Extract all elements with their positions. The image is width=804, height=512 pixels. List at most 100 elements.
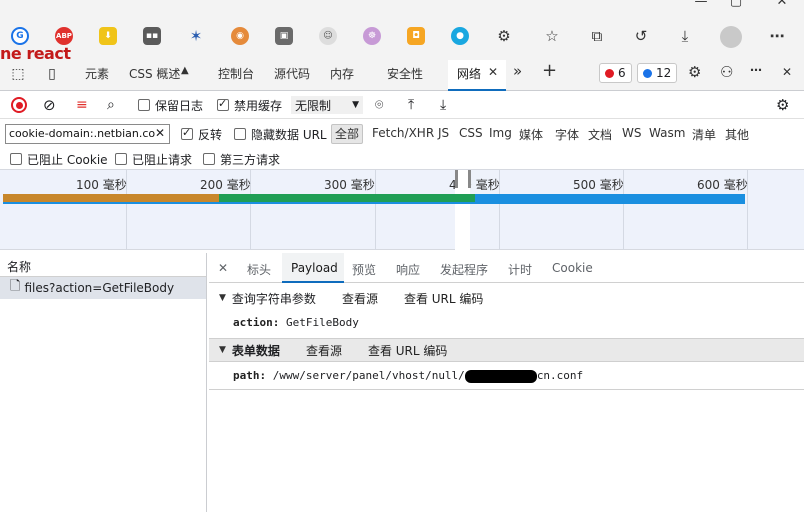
- tab-memory[interactable]: 内存: [330, 65, 354, 82]
- devtools-more-icon[interactable]: ⋯: [750, 63, 762, 77]
- filter-type-fetch-xhr[interactable]: Fetch/XHR: [372, 126, 434, 140]
- maximize-icon[interactable]: ▢: [721, 0, 751, 8]
- blue-circle-extension-icon[interactable]: ●: [451, 27, 469, 45]
- preserve-log-label: 保留日志: [155, 98, 204, 113]
- tab-network[interactable]: 网络: [457, 65, 481, 82]
- filter-type-wasm[interactable]: Wasm: [649, 126, 685, 140]
- selection-handle-left[interactable]: [455, 170, 458, 188]
- device-toggle-icon[interactable]: ▯: [42, 64, 62, 84]
- filter-input[interactable]: cookie-domain:.netbian.co: [5, 124, 170, 144]
- collections-icon[interactable]: ⧉: [587, 26, 607, 46]
- tab-security[interactable]: 安全性: [387, 65, 423, 82]
- tab-css-overview[interactable]: CSS 概述: [129, 65, 180, 82]
- view-source-link[interactable]: 查看源: [342, 290, 378, 307]
- network-conditions-icon[interactable]: ⌾: [375, 96, 383, 114]
- invert-checkbox[interactable]: 反转: [181, 125, 222, 143]
- chrome-extension-icon[interactable]: G: [11, 27, 29, 45]
- filter-type-js[interactable]: JS: [438, 126, 449, 140]
- filter-type-other[interactable]: 其他: [725, 126, 749, 143]
- connected-devices-icon[interactable]: ⚇: [720, 63, 733, 81]
- table-row[interactable]: 🗋 files?action=GetFileBody: [0, 277, 206, 299]
- column-header-name[interactable]: 名称: [0, 253, 206, 277]
- minimize-icon[interactable]: —: [686, 0, 716, 8]
- tab-response[interactable]: 响应: [396, 261, 420, 278]
- error-icon: [605, 68, 614, 78]
- filter-bar: cookie-domain:.netbian.co ✕ 反转 隐藏数据 URL …: [0, 120, 804, 148]
- message-count-badge[interactable]: 12: [637, 63, 678, 83]
- profile-avatar[interactable]: [720, 26, 742, 48]
- filter-icon[interactable]: ≡: [76, 96, 88, 114]
- file-icon: 🗋: [10, 279, 21, 294]
- export-har-icon[interactable]: ⤓: [440, 96, 446, 114]
- adblock-plus-icon[interactable]: ABP: [55, 27, 73, 45]
- search-icon[interactable]: ⌕: [107, 96, 115, 114]
- redaction-mark: [464, 369, 537, 383]
- invert-label: 反转: [198, 127, 223, 142]
- orange-extension-icon[interactable]: ◘: [407, 27, 425, 45]
- param-key: action:: [233, 316, 280, 329]
- disable-cache-checkbox[interactable]: 禁用缓存: [217, 96, 282, 114]
- filter-type-ws[interactable]: WS: [622, 126, 641, 140]
- filter-type-css[interactable]: CSS: [459, 126, 483, 140]
- network-settings-icon[interactable]: ⚙: [776, 96, 789, 114]
- collapse-triangle-icon: ▼: [219, 293, 226, 303]
- filter-type-media[interactable]: 媒体: [519, 126, 543, 143]
- filter-type-img[interactable]: Img: [489, 126, 512, 140]
- more-menu-icon[interactable]: ⋯: [767, 26, 787, 46]
- clear-filter-icon[interactable]: ✕: [155, 126, 165, 140]
- throttle-select[interactable]: 无限制 ▼: [291, 96, 363, 114]
- tab-initiator[interactable]: 发起程序: [440, 261, 488, 278]
- blocked-requests-checkbox[interactable]: 已阻止请求: [115, 150, 192, 168]
- preserve-log-checkbox[interactable]: 保留日志: [138, 96, 203, 114]
- network-overview-timeline[interactable]: 100 毫秒 200 毫秒 300 毫秒 400 毫秒 500 毫秒 600 毫…: [0, 169, 804, 250]
- cat-extension-icon[interactable]: ☺: [319, 27, 337, 45]
- disable-cache-box: [217, 97, 229, 111]
- record-button[interactable]: [11, 96, 27, 114]
- fox-extension-icon[interactable]: ◉: [231, 27, 249, 45]
- clear-icon[interactable]: ⊘: [43, 96, 56, 114]
- settings-gear-icon[interactable]: ⚙: [688, 63, 701, 81]
- form-data-header[interactable]: ▼ 表单数据 查看源 查看 URL 编码: [209, 338, 804, 362]
- tab-timing[interactable]: 计时: [508, 261, 532, 278]
- gamepad-extension-icon[interactable]: ▪▪: [143, 27, 161, 45]
- history-icon[interactable]: ↺: [631, 26, 651, 46]
- grid-line: [375, 170, 376, 250]
- tab-headers[interactable]: 标头: [247, 261, 271, 278]
- hide-data-url-checkbox[interactable]: 隐藏数据 URL: [234, 125, 327, 143]
- tab-payload[interactable]: Payload: [291, 261, 338, 275]
- extensions-puzzle-icon[interactable]: ⚙: [494, 26, 514, 46]
- request-name: files?action=GetFileBody: [24, 281, 175, 295]
- selection-handle-right[interactable]: [468, 170, 471, 188]
- query-params-header[interactable]: ▼ 查询字符串参数 查看源 查看 URL 编码: [209, 286, 804, 310]
- view-url-encoded-link[interactable]: 查看 URL 编码: [404, 290, 483, 307]
- bird-extension-icon[interactable]: ✶: [187, 27, 205, 45]
- downloads-icon[interactable]: ⤓: [675, 26, 695, 46]
- error-count-badge[interactable]: 6: [599, 63, 632, 83]
- filter-type-doc[interactable]: 文档: [588, 126, 612, 143]
- filter-type-manifest[interactable]: 清单: [692, 126, 716, 143]
- close-window-icon[interactable]: ✕: [767, 0, 797, 8]
- window-extension-icon[interactable]: ▣: [275, 27, 293, 45]
- more-tabs-icon[interactable]: »: [513, 62, 522, 80]
- tab-preview[interactable]: 预览: [352, 261, 376, 278]
- tab-elements[interactable]: 元素: [85, 65, 109, 82]
- octopus-extension-icon[interactable]: ☸: [363, 27, 381, 45]
- close-tab-icon[interactable]: ✕: [488, 65, 498, 79]
- blocked-cookies-checkbox[interactable]: 已阻止 Cookie: [10, 150, 108, 168]
- tab-cookies[interactable]: Cookie: [552, 261, 593, 275]
- import-har-icon[interactable]: ⤒: [408, 96, 414, 114]
- filter-type-font[interactable]: 字体: [555, 126, 579, 143]
- third-party-checkbox[interactable]: 第三方请求: [203, 150, 280, 168]
- filter-type-all[interactable]: 全部: [331, 124, 364, 144]
- view-source-link[interactable]: 查看源: [306, 342, 342, 359]
- inspect-element-icon[interactable]: ⬚: [8, 64, 28, 84]
- close-devtools-icon[interactable]: ✕: [782, 65, 792, 79]
- download-helper-icon[interactable]: ⬇: [99, 27, 117, 45]
- favorites-star-icon[interactable]: ☆: [542, 26, 562, 46]
- tab-console[interactable]: 控制台: [218, 65, 254, 82]
- add-tab-icon[interactable]: +: [542, 60, 557, 81]
- close-detail-icon[interactable]: ✕: [218, 261, 228, 275]
- timeline-bar-underline: [3, 202, 745, 204]
- view-url-encoded-link[interactable]: 查看 URL 编码: [368, 342, 447, 359]
- tab-sources[interactable]: 源代码: [274, 65, 310, 82]
